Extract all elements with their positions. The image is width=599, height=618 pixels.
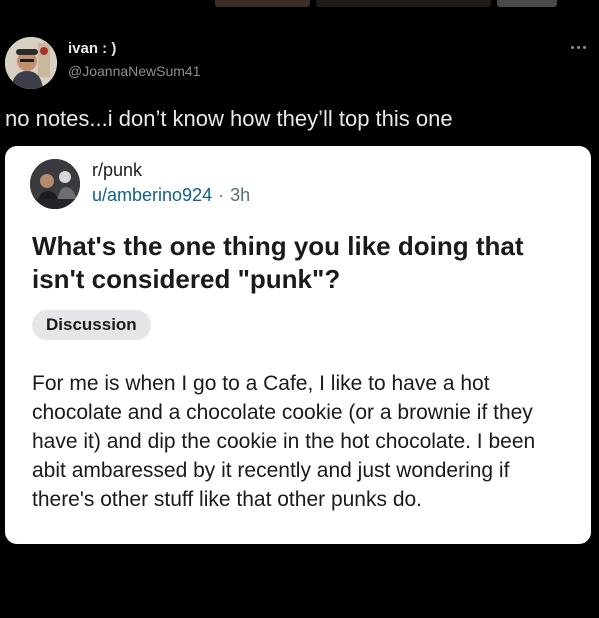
post-body: For me is when I go to a Cafe, I like to… [32,372,536,511]
post-author[interactable]: u/amberino924 [92,185,212,205]
user-avatar[interactable] [5,37,57,89]
more-dot [582,45,586,49]
subreddit-name[interactable]: r/punk [92,160,142,181]
more-dot [576,45,580,49]
avatar-image [5,37,57,89]
post-flair[interactable]: Discussion [32,310,151,340]
screenshot: ivan : ) @JoannaNewSum41 no notes...i do… [0,0,599,618]
tweet-header: ivan : ) @JoannaNewSum41 [5,37,589,89]
embedded-reddit-post[interactable]: r/punk u/amberino924 · 3h What's the one t… [5,146,591,544]
meta-separator: · [218,185,225,205]
cropped-media-c [497,0,557,7]
post-meta: u/amberino924 · 3h [92,185,250,206]
post-age: 3h [230,185,251,205]
cropped-media-a [215,0,310,7]
post-title[interactable]: What's the one thing you like doing that… [32,230,572,296]
display-name[interactable]: ivan : ) [68,40,116,57]
tweet-text: no notes...i don’t know how they’ll top … [5,106,453,131]
subreddit-avatar[interactable] [30,159,80,209]
cropped-media-strip [215,0,565,7]
more-dot [570,45,574,49]
user-handle[interactable]: @JoannaNewSum41 [68,63,201,79]
cropped-media-b [316,0,491,7]
more-horizontal-icon[interactable] [567,41,589,53]
subreddit-avatar-image [30,159,80,209]
